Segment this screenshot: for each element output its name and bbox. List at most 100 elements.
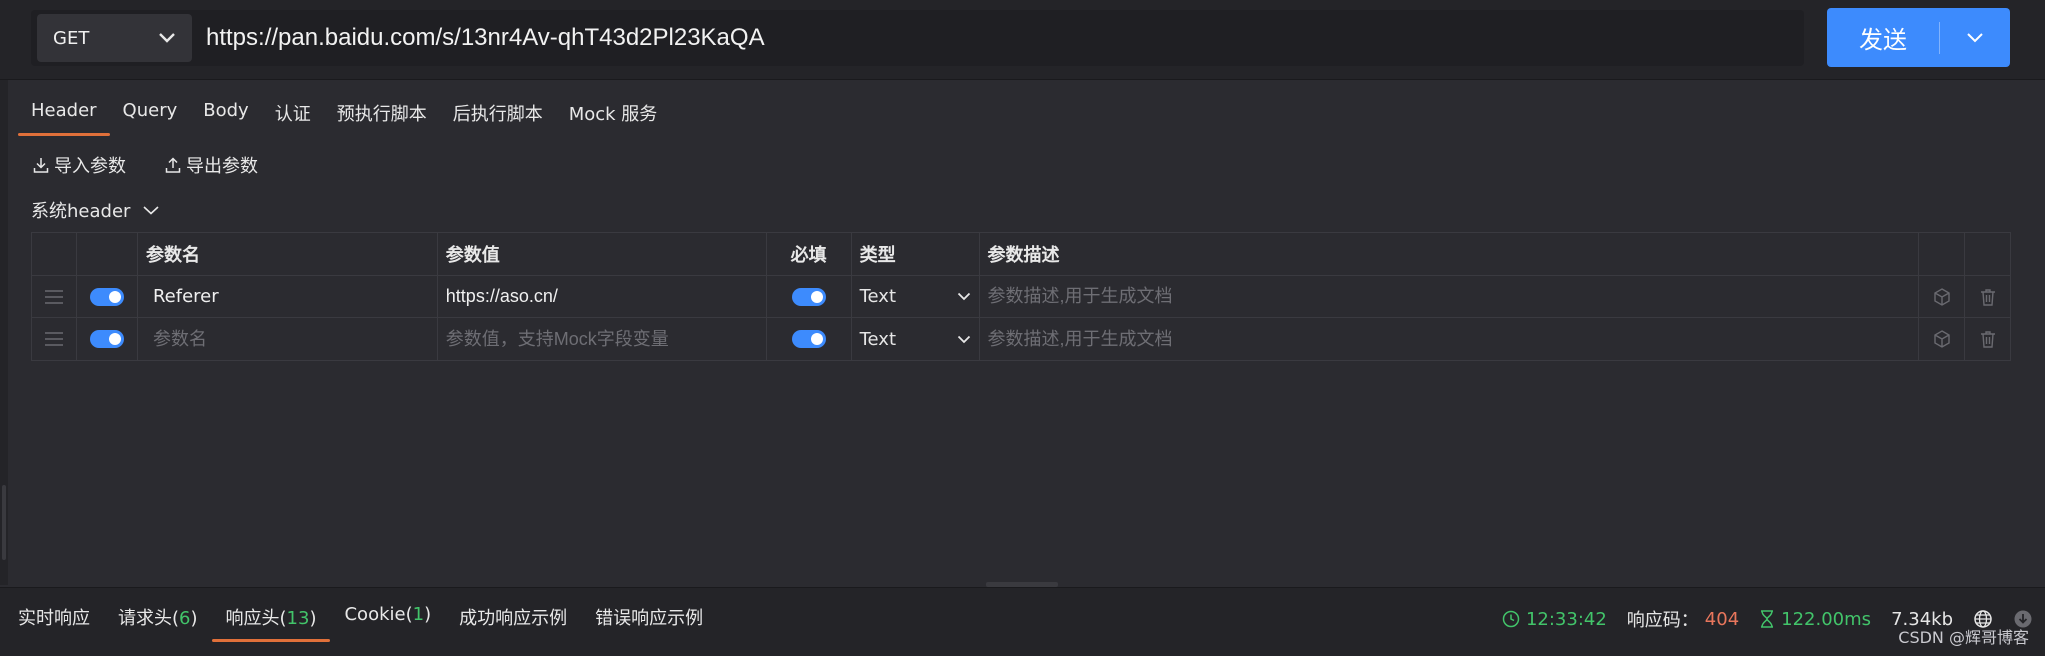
download-icon — [33, 158, 49, 173]
send-button[interactable]: 发送 — [1827, 8, 2010, 67]
type-select[interactable]: Text — [852, 276, 980, 317]
tab-label: 错误响应示例 — [595, 608, 704, 629]
tab-label: 成功响应示例 — [459, 608, 568, 629]
required-cell — [767, 318, 852, 360]
tab-label: Cookie( — [344, 604, 413, 625]
chevron-down-icon — [143, 205, 159, 215]
response-duration: 122.00ms — [1759, 609, 1871, 630]
response-time: 12:33:42 — [1502, 609, 1607, 630]
tab-label: 实时响应 — [18, 608, 90, 629]
param-name-value[interactable]: Referer — [146, 286, 219, 307]
mock-column-header — [1919, 233, 1966, 275]
system-header-toggle[interactable]: 系统header — [31, 197, 160, 223]
duration-value: 122.00ms — [1781, 608, 1872, 630]
request-bar: GET 发送 — [0, 0, 2045, 80]
import-params-button[interactable]: 导入参数 — [32, 152, 126, 178]
system-header-label: 系统header — [31, 201, 131, 222]
drag-column-header — [32, 233, 77, 275]
tab-pre-script[interactable]: 预执行脚本 — [324, 96, 440, 136]
tab-response-headers[interactable]: 响应头(13) — [211, 604, 331, 642]
tab-request-headers[interactable]: 请求头(6) — [104, 604, 212, 642]
tab-success-example[interactable]: 成功响应示例 — [445, 604, 581, 642]
send-options-toggle[interactable] — [1940, 32, 2010, 44]
scrollbar-thumb[interactable] — [2, 485, 6, 560]
description-input[interactable] — [987, 328, 1911, 350]
tab-body[interactable]: Body — [190, 96, 261, 136]
table-row: Referer Text — [32, 276, 2010, 318]
tab-mock-service[interactable]: Mock 服务 — [556, 96, 671, 136]
param-name-cell: Referer — [138, 276, 438, 317]
trash-icon[interactable] — [1978, 329, 1998, 349]
type-value: Text — [859, 328, 896, 350]
tab-suffix: ) — [190, 608, 198, 629]
row-enable-toggle[interactable] — [89, 330, 124, 348]
code-label: 响应码： — [1626, 610, 1699, 631]
table-row: Text — [32, 318, 2010, 360]
row-enable-cell — [77, 276, 138, 317]
left-scroll-strip — [0, 80, 8, 585]
export-params-label: 导出参数 — [186, 156, 258, 177]
tab-realtime-response[interactable]: 实时响应 — [4, 604, 104, 642]
header-params-table: 参数名 参数值 必填 类型 参数描述 Referer Text — [31, 232, 2011, 361]
hourglass-icon — [1761, 610, 1774, 628]
response-tabs: 实时响应 请求头(6) 响应头(13) Cookie(1) 成功响应示例 错误响… — [4, 604, 717, 642]
delete-column-header — [1965, 233, 2010, 275]
mock-cell — [1919, 276, 1966, 317]
type-value: Text — [859, 286, 896, 307]
request-tabs: Header Query Body 认证 预执行脚本 后执行脚本 Mock 服务 — [18, 96, 670, 136]
enable-column-header — [77, 233, 138, 275]
drag-handle-icon — [44, 289, 63, 304]
tab-suffix: ) — [424, 604, 432, 625]
required-toggle[interactable] — [791, 287, 826, 306]
tab-count: 13 — [286, 608, 310, 629]
tab-count: 1 — [412, 604, 425, 625]
param-value-cell — [438, 276, 767, 317]
row-enable-cell — [77, 318, 138, 360]
tab-label: 请求头( — [118, 608, 180, 629]
row-enable-toggle[interactable] — [89, 287, 124, 306]
trash-icon[interactable] — [1978, 287, 1998, 307]
drag-handle[interactable] — [32, 276, 77, 317]
method-label: GET — [53, 27, 90, 49]
column-header-name: 参数名 — [138, 233, 438, 275]
tab-auth[interactable]: 认证 — [262, 96, 324, 136]
description-cell — [980, 276, 1920, 317]
tab-label: 响应头( — [225, 608, 287, 629]
param-value-input[interactable] — [445, 328, 758, 350]
time-value: 12:33:42 — [1525, 608, 1607, 630]
upload-icon — [165, 157, 181, 173]
param-name-cell — [138, 318, 438, 360]
export-params-button[interactable]: 导出参数 — [164, 152, 258, 178]
url-input[interactable] — [206, 18, 1786, 58]
response-code: 响应码： 404 — [1627, 606, 1739, 632]
code-value: 404 — [1704, 608, 1740, 630]
required-cell — [767, 276, 852, 317]
table-header-row: 参数名 参数值 必填 类型 参数描述 — [32, 233, 2010, 276]
tab-count: 6 — [179, 608, 191, 629]
delete-cell — [1965, 318, 2010, 360]
tab-post-script[interactable]: 后执行脚本 — [440, 96, 556, 136]
tab-suffix: ) — [309, 608, 317, 629]
description-cell — [980, 318, 1920, 360]
method-select[interactable]: GET — [37, 14, 192, 62]
param-value-cell — [438, 318, 767, 360]
watermark: CSDN @辉哥博客 — [1898, 628, 2029, 647]
required-toggle[interactable] — [791, 330, 826, 348]
cube-icon[interactable] — [1932, 287, 1952, 307]
type-select[interactable]: Text — [852, 318, 980, 360]
drag-handle[interactable] — [32, 318, 77, 360]
tab-cookie[interactable]: Cookie(1) — [330, 604, 445, 642]
chevron-down-icon — [957, 335, 970, 343]
description-input[interactable] — [987, 286, 1911, 307]
tab-header[interactable]: Header — [18, 96, 110, 136]
tab-query[interactable]: Query — [110, 96, 191, 136]
column-header-required: 必填 — [767, 233, 852, 275]
param-name-input[interactable] — [145, 328, 429, 350]
param-value-input[interactable] — [445, 286, 758, 307]
cube-icon[interactable] — [1932, 329, 1952, 349]
chevron-down-icon — [159, 33, 175, 43]
param-actions: 导入参数 导出参数 — [32, 152, 258, 178]
chevron-down-icon — [1967, 32, 1983, 42]
tab-error-example[interactable]: 错误响应示例 — [581, 604, 717, 642]
column-header-value: 参数值 — [438, 233, 767, 275]
